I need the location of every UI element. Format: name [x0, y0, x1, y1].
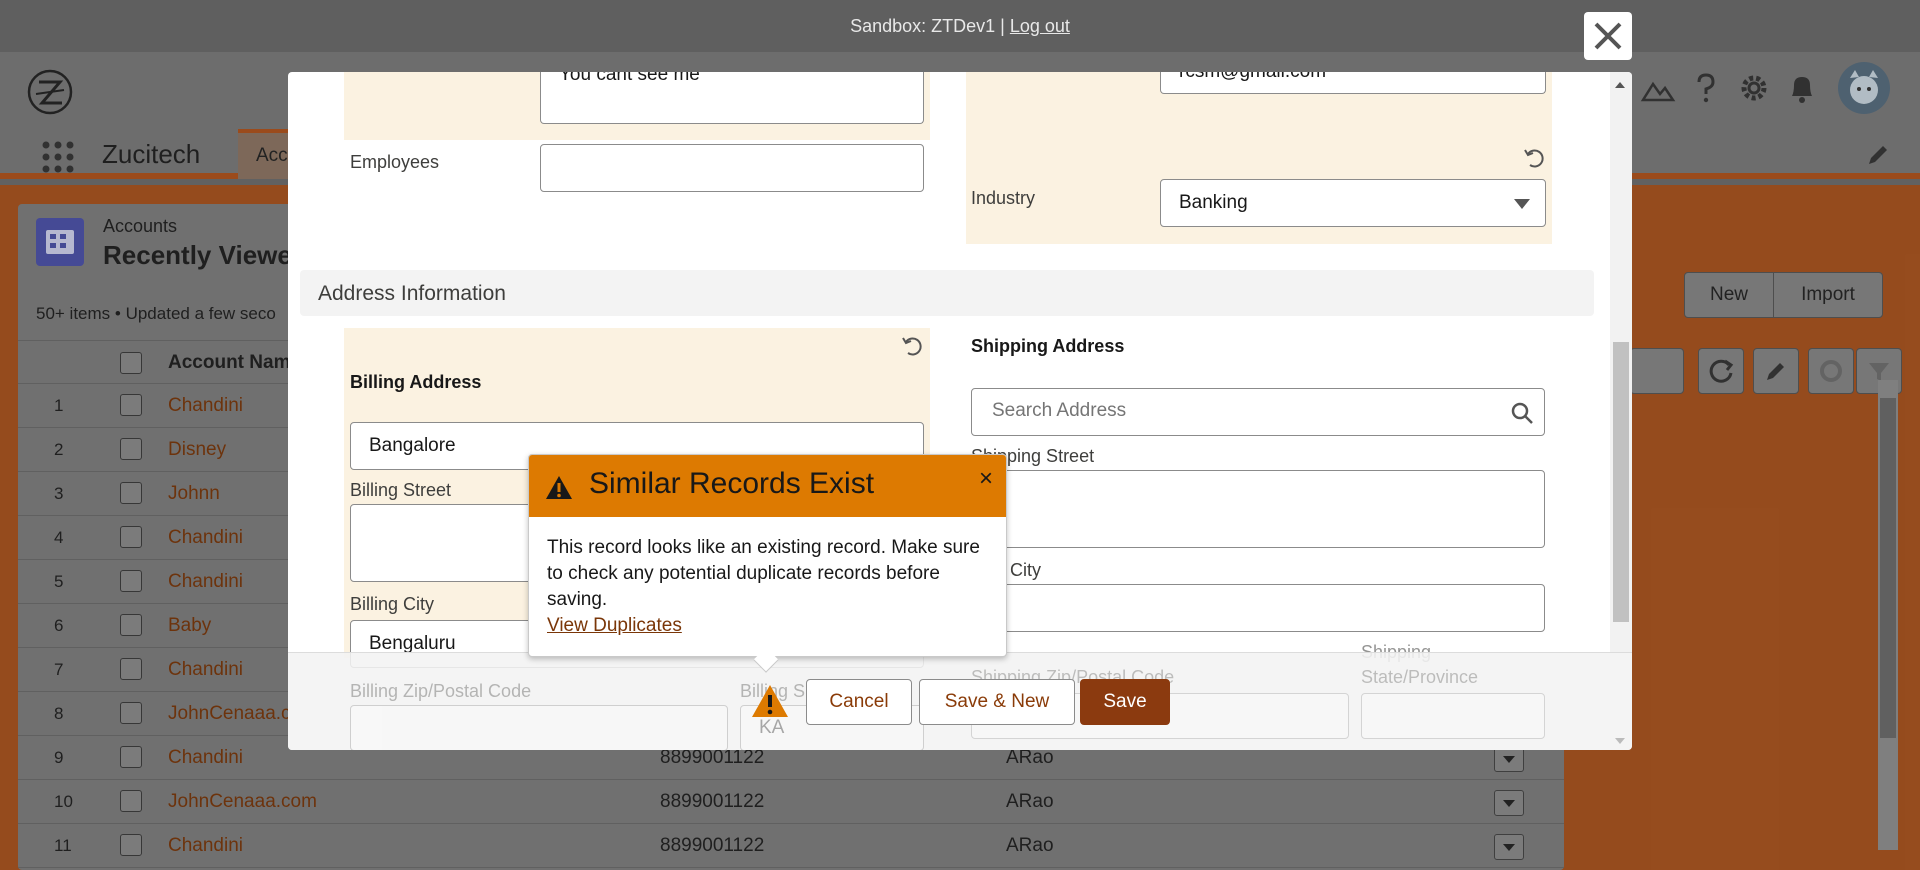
warning-icon	[545, 475, 573, 501]
modal-close-button[interactable]	[1584, 12, 1632, 60]
undo-icon[interactable]	[1522, 146, 1546, 170]
popover-title: Similar Records Exist	[589, 467, 875, 500]
billing-zip-input[interactable]	[350, 705, 728, 750]
email-field[interactable]: rcsm@gmail.com	[1160, 72, 1546, 94]
sandbox-banner: Sandbox: ZTDev1 | Log out	[0, 0, 1920, 52]
modal-footer: Billing Zip/Postal Code Billing S KA Shi…	[288, 652, 1632, 750]
industry-value: Banking	[1179, 192, 1248, 213]
industry-label: Industry	[971, 188, 1036, 208]
view-duplicates-link[interactable]: View Duplicates	[547, 615, 682, 637]
shipping-street-textarea[interactable]	[971, 470, 1545, 548]
billing-address-heading: Billing Address	[350, 372, 482, 392]
billing-street-label: Billing Street	[350, 480, 452, 500]
shipping-city-input[interactable]	[971, 584, 1545, 632]
industry-select[interactable]: Banking	[1160, 179, 1546, 227]
shipping-state-input[interactable]	[1361, 693, 1545, 739]
billing-search-value: Bangalore	[369, 435, 456, 456]
warning-icon[interactable]	[750, 683, 790, 719]
scroll-down-arrow[interactable]	[1612, 736, 1628, 746]
popover-message: This record looks like an existing recor…	[547, 537, 980, 610]
undo-icon[interactable]	[900, 334, 924, 358]
description-textarea[interactable]: You cant see me	[540, 72, 924, 124]
shipping-state-label-2: State/Province	[1361, 667, 1479, 687]
employees-input[interactable]	[540, 144, 924, 192]
billing-city-label: Billing City	[350, 594, 435, 614]
shipping-search-input[interactable]	[971, 388, 1545, 436]
close-icon	[1594, 22, 1622, 50]
save-button[interactable]: Save	[1080, 679, 1170, 725]
save-and-new-button[interactable]: Save & New	[919, 679, 1075, 725]
section-address-information[interactable]: Address Information	[300, 270, 1594, 316]
search-icon	[1511, 402, 1533, 424]
scroll-up-arrow[interactable]	[1612, 80, 1628, 90]
modal-scrollbar[interactable]	[1610, 72, 1632, 652]
similar-records-popover: Similar Records Exist × This record look…	[528, 454, 1007, 673]
popover-close-button[interactable]: ×	[979, 465, 993, 493]
cancel-button[interactable]: Cancel	[806, 679, 912, 725]
popover-header: Similar Records Exist ×	[529, 455, 1006, 517]
logout-link[interactable]: Log out	[1010, 16, 1070, 36]
billing-zip-label: Billing Zip/Postal Code	[350, 681, 532, 701]
shipping-search-field[interactable]	[990, 389, 1490, 433]
sandbox-label: Sandbox: ZTDev1 |	[850, 16, 1005, 36]
employees-label: Employees	[350, 152, 440, 172]
shipping-address-heading: Shipping Address	[971, 336, 1125, 356]
chevron-down-icon	[1514, 199, 1530, 209]
